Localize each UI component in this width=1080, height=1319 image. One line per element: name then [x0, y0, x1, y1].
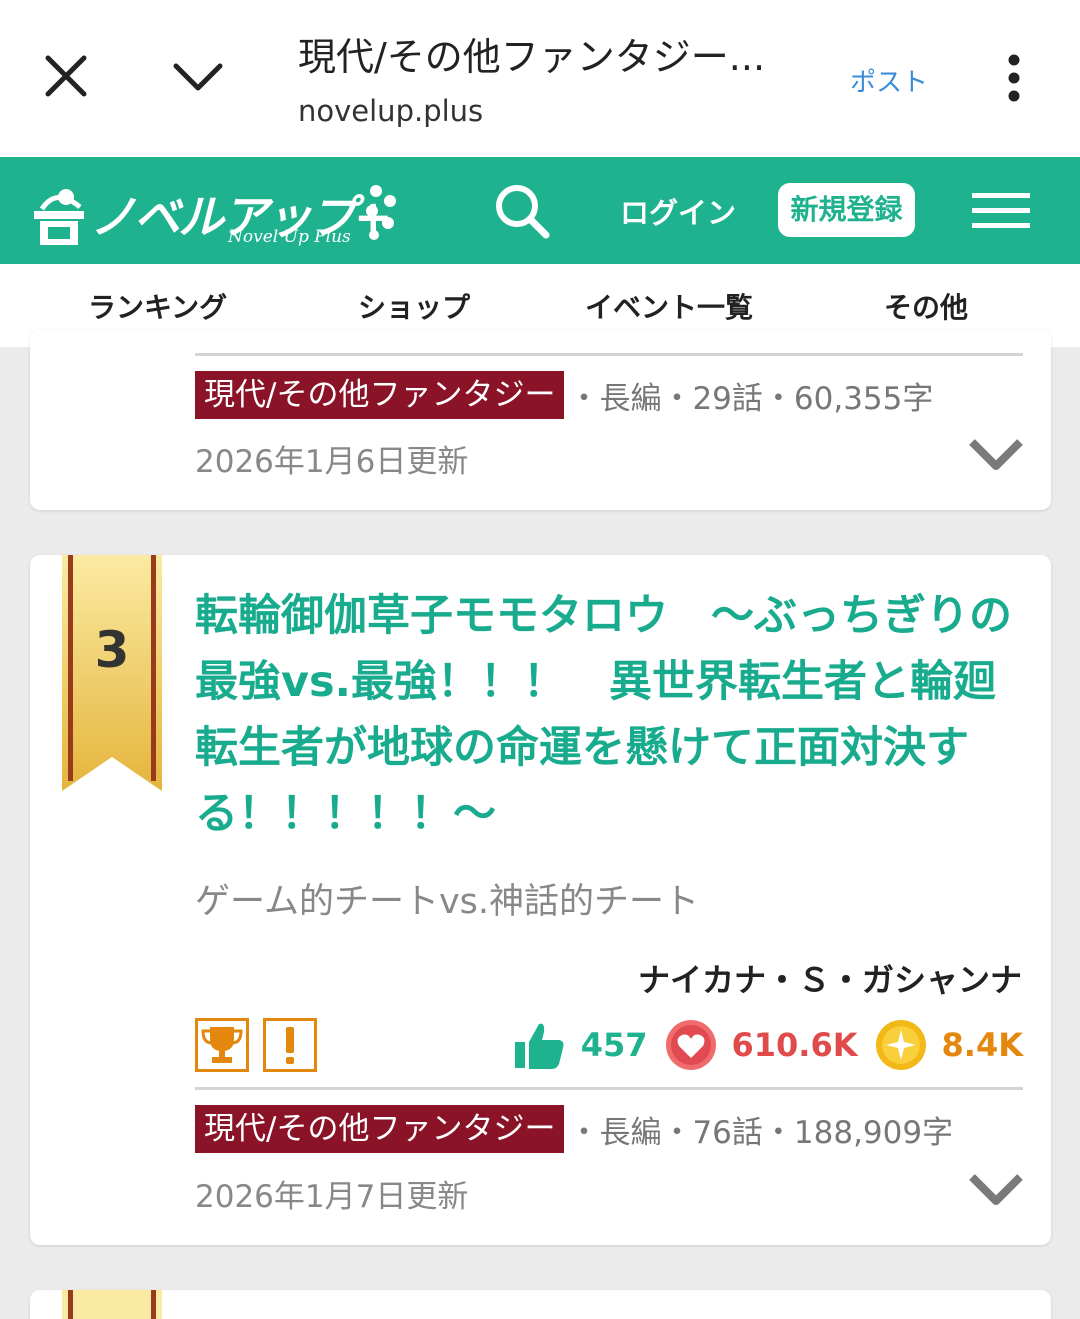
nav-events[interactable]: イベント一覧 [585, 286, 753, 326]
nav-other[interactable]: その他 [884, 286, 968, 326]
notice-badge [263, 1018, 317, 1072]
work-title-link[interactable]: 転輪御伽草子モモタロウ ～ぶっちぎりの最強vs.最強！！！ 異世界転生者と輪廻転… [195, 583, 1030, 847]
flower-decoration-icon [366, 185, 396, 240]
card-divider [195, 1087, 1023, 1090]
work-stats: 457 610.6K 8.4K [513, 1013, 1023, 1077]
login-link[interactable]: ログイン [620, 190, 736, 232]
search-icon[interactable] [492, 181, 552, 241]
site-logo[interactable]: ノベルアップ+ Novel Up Plus [28, 171, 408, 253]
close-icon[interactable] [40, 50, 92, 102]
chevron-down-icon[interactable] [168, 52, 228, 100]
heart-icon [665, 1020, 716, 1070]
rank-badge: 3 [62, 555, 162, 755]
author-name[interactable]: ナイカナ・Ｓ・ガシャンナ [638, 955, 1022, 1001]
work-meta: 現代/その他ファンタジー ・長編・76話・188,909字 [195, 1105, 953, 1153]
likes-count: 457 [580, 1026, 648, 1064]
page-url: novelup.plus [298, 94, 484, 128]
trophy-icon [201, 1027, 243, 1063]
coin-icon [875, 1020, 926, 1070]
browser-toolbar: 現代/その他ファンタジー... novelup.plus ポスト [0, 0, 1080, 157]
work-meta: 現代/その他ファンタジー ・長編・29話・60,355字 [195, 371, 933, 419]
expand-chevron-icon[interactable] [968, 436, 1024, 472]
card-divider [195, 353, 1023, 356]
nav-shop[interactable]: ショップ [358, 286, 470, 326]
logo-subtext: Novel Up Plus [228, 227, 351, 247]
updated-date: 2026年1月7日更新 [195, 1179, 469, 1215]
rank-ribbon-icon [62, 1290, 162, 1319]
site-header: ノベルアップ+ Novel Up Plus ログイン 新規登録 [0, 157, 1080, 264]
work-catchphrase: ゲーム的チートvs.神話的チート [195, 882, 700, 922]
hamburger-menu-icon[interactable] [972, 191, 1030, 231]
points-count: 8.4K [941, 1026, 1023, 1064]
updated-date: 2026年1月6日更新 [195, 444, 469, 480]
nav-ranking[interactable]: ランキング [88, 286, 227, 326]
exclamation-icon [286, 1027, 294, 1064]
ranking-card: 3 転輪御伽草子モモタロウ ～ぶっちぎりの最強vs.最強！！！ 異世界転生者と輪… [30, 555, 1051, 1245]
thumbs-up-icon [514, 1023, 564, 1069]
hearts-count: 610.6K [731, 1026, 858, 1064]
register-button[interactable]: 新規登録 [778, 183, 915, 237]
book-mascot-icon [34, 189, 84, 245]
more-options-icon[interactable] [996, 52, 1032, 104]
post-button[interactable]: ポスト [850, 62, 928, 99]
genre-badge[interactable]: 現代/その他ファンタジー [195, 1105, 565, 1153]
award-badge [195, 1018, 249, 1072]
rank-number: 3 [94, 621, 130, 679]
expand-chevron-icon[interactable] [968, 1171, 1024, 1207]
ranking-card [30, 1290, 1051, 1319]
page-title: 現代/その他ファンタジー... [298, 35, 766, 79]
ranking-card: 現代/その他ファンタジー ・長編・29話・60,355字 2026年1月6日更新 [30, 330, 1051, 510]
work-stats-text: ・長編・29話・60,355字 [568, 380, 934, 417]
work-stats-text: ・長編・76話・188,909字 [568, 1114, 954, 1151]
genre-badge[interactable]: 現代/その他ファンタジー [195, 371, 565, 419]
